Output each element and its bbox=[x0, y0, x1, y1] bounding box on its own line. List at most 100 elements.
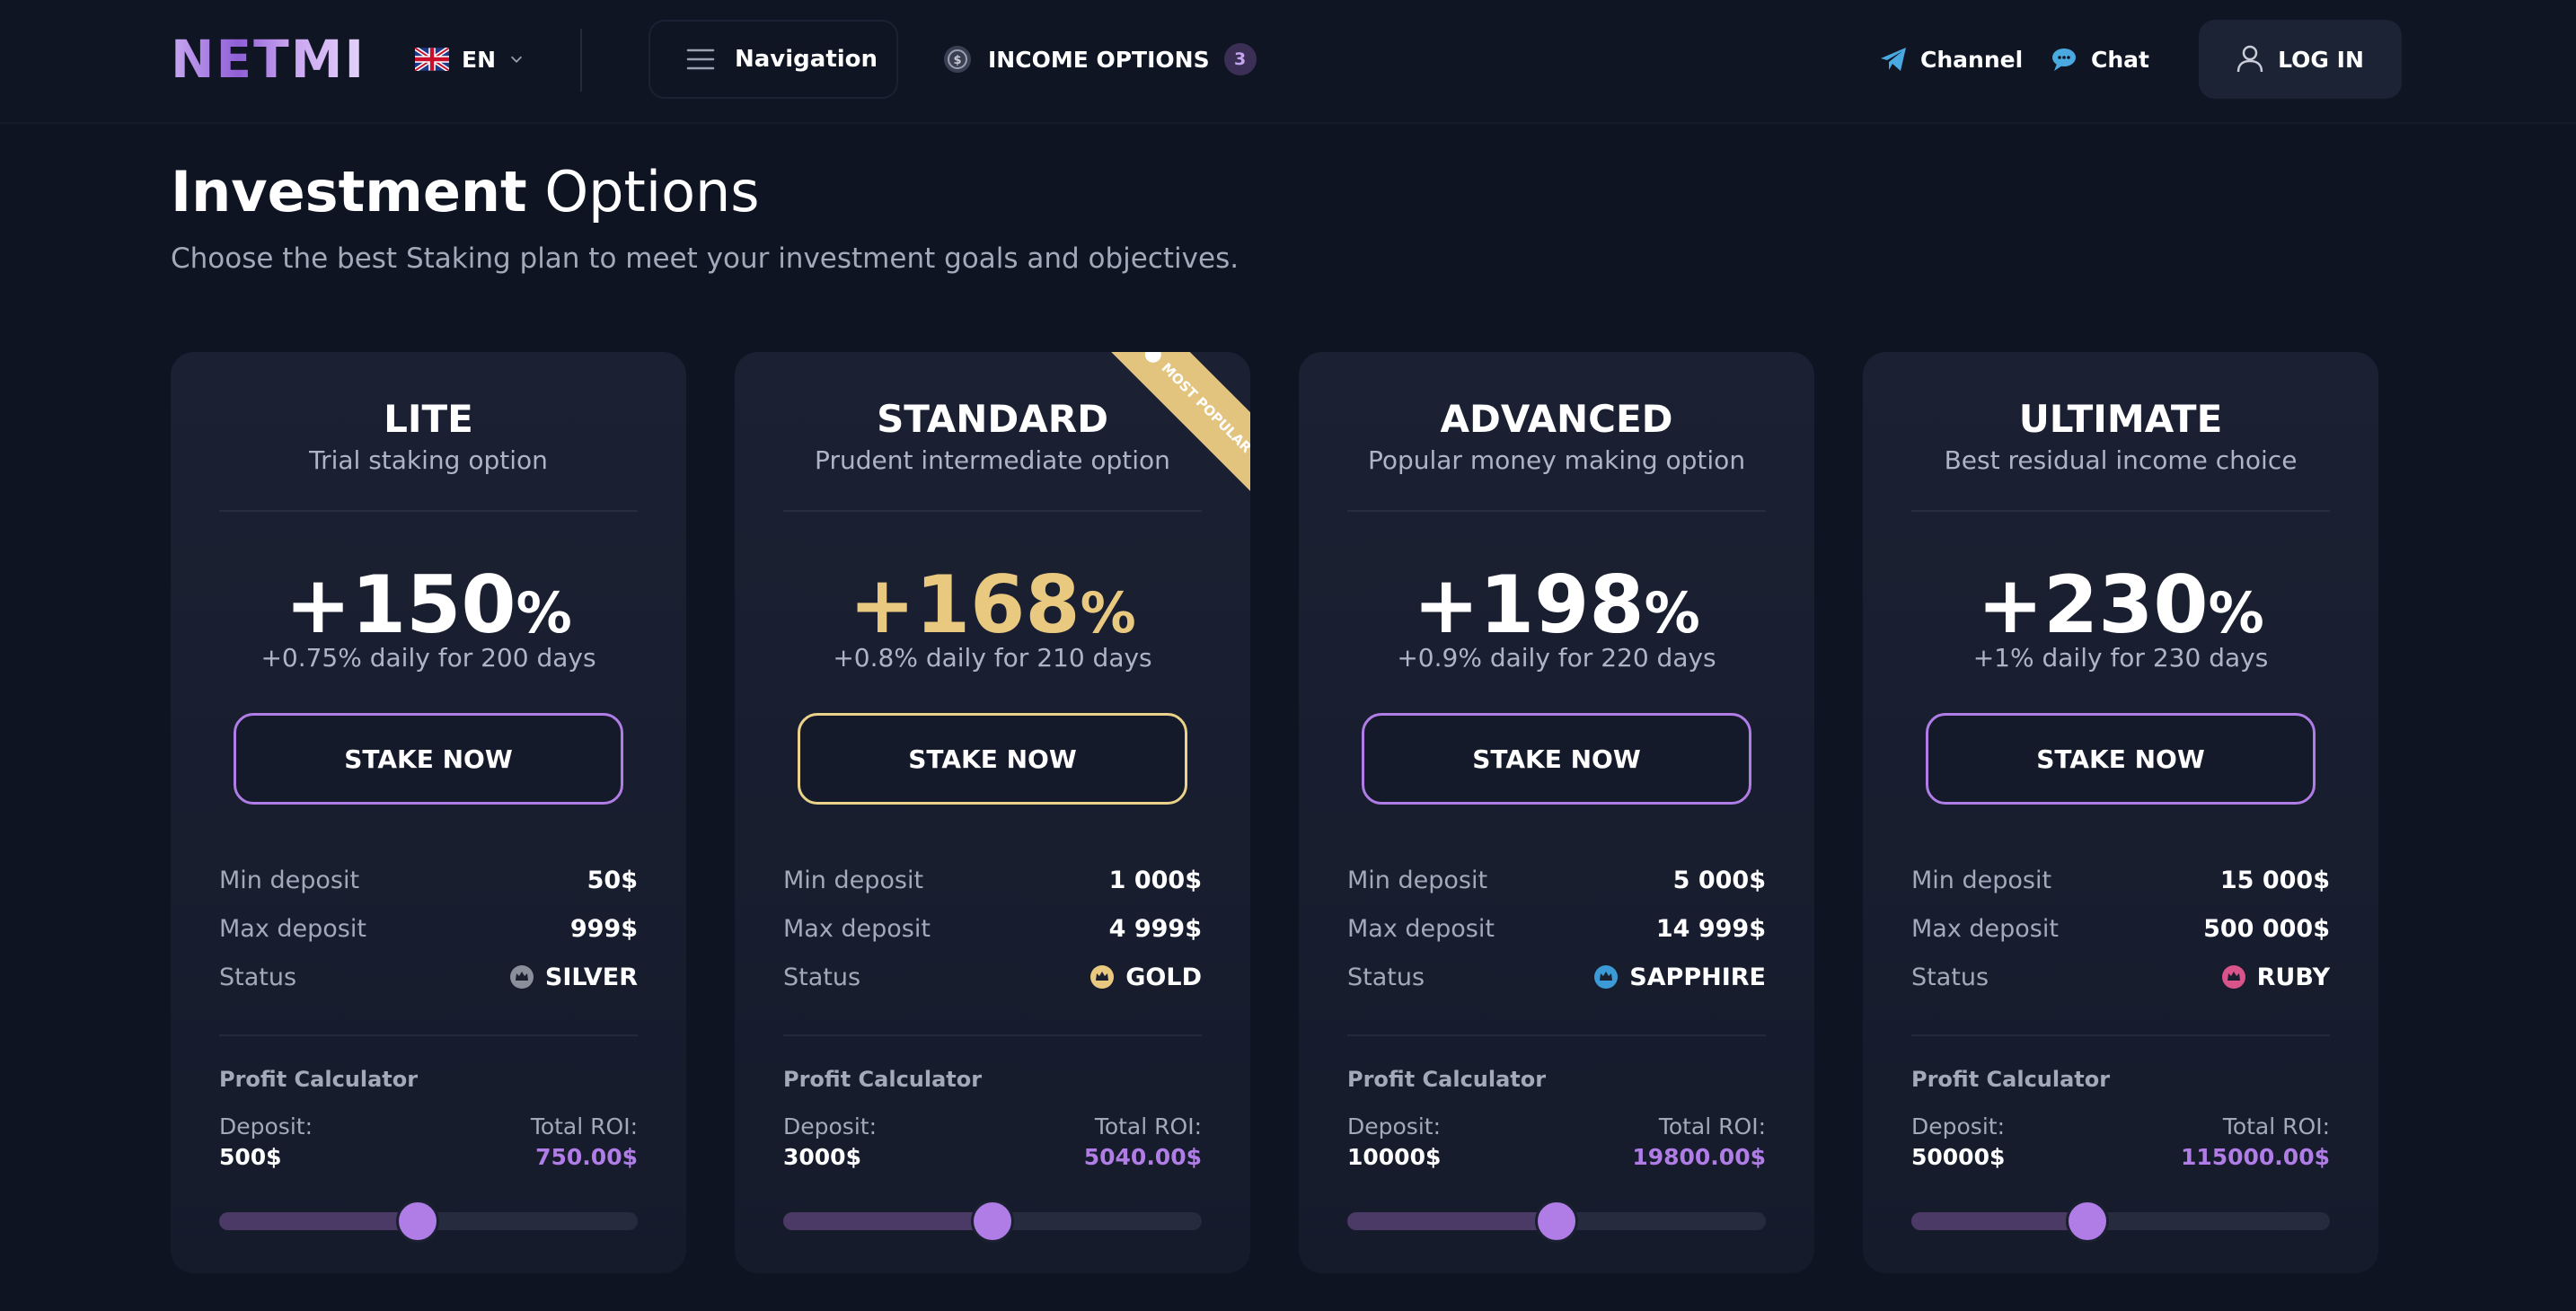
divider bbox=[1911, 1034, 2330, 1036]
divider bbox=[783, 510, 1202, 512]
ruby-crown-icon bbox=[2221, 965, 2245, 989]
language-label: EN bbox=[462, 46, 497, 73]
status-value: SILVER bbox=[509, 963, 638, 991]
status-value: RUBY bbox=[2221, 963, 2330, 991]
divider bbox=[219, 510, 638, 512]
max-deposit-value: 4 999$ bbox=[1108, 914, 1202, 943]
percent-sign: % bbox=[2208, 580, 2264, 646]
max-deposit-value: 500 000$ bbox=[2203, 914, 2330, 943]
language-selector[interactable]: EN bbox=[415, 41, 525, 77]
status-value: SAPPHIRE bbox=[1593, 963, 1766, 991]
channel-link[interactable]: Channel bbox=[1879, 41, 2023, 77]
divider bbox=[1347, 510, 1766, 512]
plan-daily-rate: +0.75% daily for 200 days bbox=[260, 643, 596, 673]
min-deposit-value: 15 000$ bbox=[2219, 866, 2330, 894]
stake-now-button[interactable]: STAKE NOW bbox=[798, 713, 1187, 805]
deposit-label: Deposit: bbox=[1911, 1113, 2005, 1139]
calc-deposit-value: 50000$ bbox=[1911, 1144, 2006, 1170]
max-deposit-value: 14 999$ bbox=[1655, 914, 1766, 943]
slider-thumb[interactable] bbox=[971, 1200, 1014, 1243]
max-deposit-row: Max deposit 500 000$ bbox=[1911, 911, 2330, 946]
divider bbox=[783, 1034, 1202, 1036]
plan-name: ADVANCED bbox=[1440, 397, 1673, 441]
calc-roi-value: 5040.00$ bbox=[1083, 1144, 1202, 1170]
status-value: GOLD bbox=[1090, 963, 1202, 991]
login-button[interactable]: LOG IN bbox=[2199, 20, 2402, 99]
page-title-bold: Investment bbox=[171, 159, 527, 224]
navigation-button[interactable]: Navigation bbox=[648, 20, 898, 99]
plan-description: Prudent intermediate option bbox=[815, 445, 1170, 475]
min-deposit-row: Min deposit 50$ bbox=[219, 862, 638, 898]
plan-daily-rate: +0.9% daily for 220 days bbox=[1397, 643, 1716, 673]
slider-fill bbox=[1347, 1212, 1557, 1230]
plan-description: Best residual income choice bbox=[1944, 445, 2298, 475]
login-label: LOG IN bbox=[2278, 46, 2364, 73]
max-deposit-label: Max deposit bbox=[219, 914, 366, 943]
status-row: Status RUBY bbox=[1911, 959, 2330, 995]
income-options-label: INCOME OPTIONS bbox=[988, 46, 1210, 73]
max-deposit-label: Max deposit bbox=[783, 914, 931, 943]
min-deposit-value: 5 000$ bbox=[1672, 866, 1766, 894]
chat-icon bbox=[2052, 48, 2076, 71]
status-row: Status SAPPHIRE bbox=[1347, 959, 1766, 995]
income-options-link[interactable]: $ INCOME OPTIONS 3 bbox=[941, 40, 1257, 79]
chevron-down-icon bbox=[510, 56, 523, 63]
divider bbox=[1347, 1034, 1766, 1036]
status-label: Status bbox=[1911, 963, 1989, 991]
plan-name: STANDARD bbox=[877, 397, 1108, 441]
sapphire-crown-icon bbox=[1594, 965, 1619, 989]
total-roi-label: Total ROI: bbox=[1094, 1113, 1202, 1139]
gold-crown-icon bbox=[1090, 965, 1115, 989]
status-text: RUBY bbox=[2256, 963, 2330, 991]
page-title: Investment Options bbox=[171, 158, 760, 226]
coin-icon: $ bbox=[944, 46, 971, 73]
min-deposit-row: Min deposit 1 000$ bbox=[783, 862, 1202, 898]
plan-roi-value: +230 bbox=[1977, 559, 2209, 651]
deposit-slider[interactable] bbox=[1911, 1200, 2330, 1243]
plan-roi-value: +198 bbox=[1413, 559, 1645, 651]
navigation-label: Navigation bbox=[735, 46, 878, 73]
min-deposit-label: Min deposit bbox=[1347, 866, 1488, 894]
min-deposit-value: 1 000$ bbox=[1108, 866, 1202, 894]
deposit-slider[interactable] bbox=[783, 1200, 1202, 1243]
plan-card-ultimate: ULTIMATE Best residual income choice +23… bbox=[1863, 352, 2378, 1273]
total-roi-label: Total ROI: bbox=[1658, 1113, 1766, 1139]
status-text: GOLD bbox=[1125, 963, 1202, 991]
deposit-slider[interactable] bbox=[1347, 1200, 1766, 1243]
page-subtitle: Choose the best Staking plan to meet you… bbox=[171, 242, 1239, 275]
menu-icon bbox=[686, 48, 715, 70]
min-deposit-label: Min deposit bbox=[219, 866, 360, 894]
min-deposit-label: Min deposit bbox=[783, 866, 924, 894]
status-row: Status GOLD bbox=[783, 959, 1202, 995]
svg-text:$: $ bbox=[953, 54, 961, 67]
slider-thumb[interactable] bbox=[396, 1200, 440, 1243]
status-text: SAPPHIRE bbox=[1629, 963, 1766, 991]
calc-roi-value: 115000.00$ bbox=[2180, 1144, 2330, 1170]
plan-card-advanced: ADVANCED Popular money making option +19… bbox=[1299, 352, 1814, 1273]
total-roi-label: Total ROI: bbox=[530, 1113, 638, 1139]
percent-sign: % bbox=[1080, 580, 1136, 646]
profit-calculator-title: Profit Calculator bbox=[1911, 1067, 2111, 1092]
chat-label: Chat bbox=[2091, 46, 2149, 73]
income-count-badge: 3 bbox=[1223, 43, 1257, 75]
chat-link[interactable]: Chat bbox=[2050, 41, 2149, 77]
slider-thumb[interactable] bbox=[2065, 1200, 2109, 1243]
plan-card-standard: MOST POPULAR STANDARD Prudent intermedia… bbox=[735, 352, 1250, 1273]
plan-roi-value: +150 bbox=[285, 559, 516, 651]
deposit-slider[interactable] bbox=[219, 1200, 638, 1243]
calc-deposit-value: 3000$ bbox=[783, 1144, 861, 1170]
slider-thumb[interactable] bbox=[1535, 1200, 1578, 1243]
stake-now-button[interactable]: STAKE NOW bbox=[1362, 713, 1751, 805]
stake-now-button[interactable]: STAKE NOW bbox=[234, 713, 623, 805]
profit-calculator-title: Profit Calculator bbox=[783, 1067, 983, 1092]
min-deposit-label: Min deposit bbox=[1911, 866, 2052, 894]
stake-now-button[interactable]: STAKE NOW bbox=[1926, 713, 2316, 805]
top-header: NETMI EN Navigation $ INCOME OPTIONS 3 C… bbox=[0, 0, 2576, 124]
min-deposit-row: Min deposit 15 000$ bbox=[1911, 862, 2330, 898]
plan-description: Trial staking option bbox=[309, 445, 548, 475]
status-row: Status SILVER bbox=[219, 959, 638, 995]
divider bbox=[219, 1034, 638, 1036]
min-deposit-row: Min deposit 5 000$ bbox=[1347, 862, 1766, 898]
min-deposit-value: 50$ bbox=[587, 866, 638, 894]
netmi-logo[interactable]: NETMI bbox=[171, 33, 366, 85]
